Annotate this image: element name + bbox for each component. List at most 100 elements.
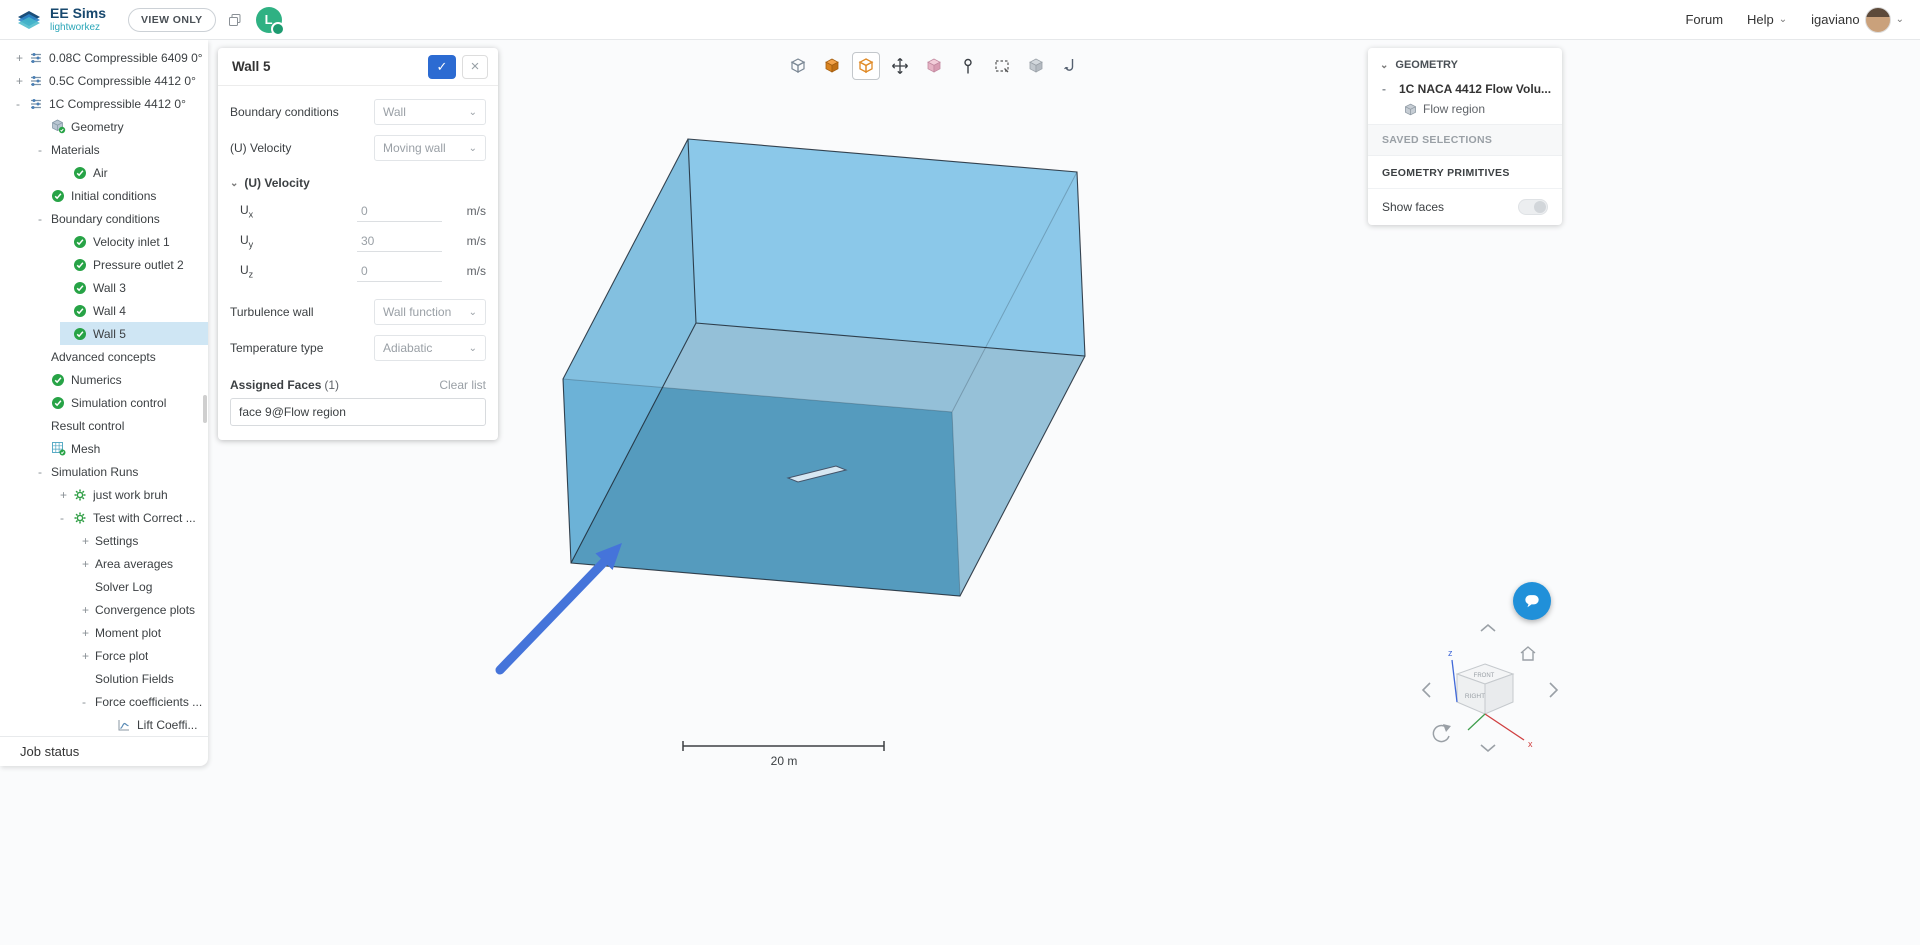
solid-view-button[interactable] <box>818 52 846 80</box>
tree-item-solution-fields[interactable]: Solution Fields <box>0 667 208 690</box>
tree-item-force-coefficients[interactable]: - Force coefficients ... <box>0 690 208 713</box>
tree-item-0-5c-compressible-4412-0[interactable]: +0.5C Compressible 4412 0° <box>0 69 208 92</box>
rotate-down-chevron[interactable] <box>1480 744 1496 753</box>
expand-icon[interactable]: + <box>82 649 95 663</box>
expand-icon[interactable]: + <box>82 626 95 640</box>
probe-point-button[interactable] <box>954 52 982 80</box>
tree-item-0-08c-compressible-6409-0[interactable]: +0.08C Compressible 6409 0° <box>0 46 208 69</box>
collapse-icon[interactable]: - <box>16 97 29 111</box>
tree-item-area-averages[interactable]: + Area averages <box>0 552 208 575</box>
view-cube[interactable]: FRONT RIGHT <box>1455 663 1515 715</box>
assigned-face-entry[interactable]: face 9@Flow region <box>230 398 486 426</box>
tree-item-wall-4[interactable]: Wall 4 <box>0 299 208 322</box>
flow-region-box[interactable] <box>562 138 1086 597</box>
tree-item-label: Boundary conditions <box>51 211 160 226</box>
tree-item-label: Geometry <box>71 119 124 134</box>
geometry-tree-item[interactable]: - 1C NACA 4412 Flow Volu... <box>1368 80 1562 98</box>
copy-icon[interactable] <box>228 13 242 27</box>
view-toolbar <box>784 52 1084 80</box>
tree-item-just-work-bruh[interactable]: + just work bruh <box>0 483 208 506</box>
chat-button[interactable] <box>1513 582 1551 620</box>
forum-link[interactable]: Forum <box>1685 12 1723 27</box>
home-view-icon[interactable] <box>1520 646 1536 661</box>
tree-item-wall-3[interactable]: Wall 3 <box>0 276 208 299</box>
tree-item-air[interactable]: Air <box>0 161 208 184</box>
velocity-section-title: (U) Velocity <box>244 176 310 190</box>
tree-item-geometry[interactable]: Geometry <box>0 115 208 138</box>
tree-scrollbar[interactable] <box>203 395 207 423</box>
collapse-icon[interactable]: - <box>82 695 95 709</box>
cube-solid-orange-icon <box>823 57 841 75</box>
velocity-y-input[interactable] <box>357 230 442 252</box>
tree-item-simulation-control[interactable]: Simulation control <box>0 391 208 414</box>
expand-icon[interactable]: + <box>82 557 95 571</box>
velocity-z-input[interactable] <box>357 260 442 282</box>
tree-item-initial-conditions[interactable]: Initial conditions <box>0 184 208 207</box>
tree-item-simulation-runs[interactable]: - Simulation Runs <box>0 460 208 483</box>
close-button[interactable]: × <box>462 54 488 79</box>
unit-label: m/s <box>466 264 486 278</box>
hidden-geometry-button[interactable] <box>1022 52 1050 80</box>
perspective-cube-button[interactable] <box>784 52 812 80</box>
tree-item-boundary-conditions[interactable]: - Boundary conditions <box>0 207 208 230</box>
tree-item-solver-log[interactable]: Solver Log <box>0 575 208 598</box>
measure-hook-button[interactable] <box>1056 52 1084 80</box>
move-entity-button[interactable] <box>886 52 914 80</box>
rotate-left-chevron[interactable] <box>1421 682 1431 698</box>
u-velocity-select[interactable]: Moving wall ⌄ <box>374 135 486 161</box>
user-menu[interactable]: igaviano ⌄ <box>1811 6 1904 33</box>
tree-item-materials[interactable]: - Materials <box>0 138 208 161</box>
show-faces-toggle[interactable] <box>1518 199 1548 215</box>
box-select-button[interactable] <box>988 52 1016 80</box>
box-top-face[interactable] <box>688 139 1085 356</box>
velocity-base: U <box>240 232 249 247</box>
tree-item-label: Area averages <box>95 556 174 571</box>
velocity-section-header[interactable]: ⌄ (U) Velocity <box>218 166 498 196</box>
collapse-icon[interactable]: - <box>38 212 51 226</box>
tree-item-pressure-outlet-2[interactable]: Pressure outlet 2 <box>0 253 208 276</box>
geometry-section-header[interactable]: ⌄ GEOMETRY <box>1368 48 1562 80</box>
expand-icon[interactable]: + <box>60 488 73 502</box>
tree-item-mesh[interactable]: Mesh <box>0 437 208 460</box>
temperature-type-select[interactable]: Adiabatic ⌄ <box>374 335 486 361</box>
collapse-icon[interactable]: - <box>38 143 51 157</box>
tree-item-numerics[interactable]: Numerics <box>0 368 208 391</box>
tree-item-test-with-correct[interactable]: - Test with Correct ... <box>0 506 208 529</box>
tree-item-1c-compressible-4412-0[interactable]: - 1C Compressible 4412 0° <box>0 92 208 115</box>
tree-item-settings[interactable]: + Settings <box>0 529 208 552</box>
tree-item-moment-plot[interactable]: + Moment plot <box>0 621 208 644</box>
tree-item-velocity-inlet-1[interactable]: Velocity inlet 1 <box>0 230 208 253</box>
tree-item-convergence-plots[interactable]: + Convergence plots <box>0 598 208 621</box>
rotate-right-chevron[interactable] <box>1549 682 1559 698</box>
velocity-row-z: Uz m/s <box>218 256 498 286</box>
tree-item-force-plot[interactable]: + Force plot <box>0 644 208 667</box>
velocity-x-input[interactable] <box>357 200 442 222</box>
collapse-icon[interactable]: - <box>60 511 73 525</box>
expand-icon[interactable]: + <box>16 74 29 88</box>
owner-avatar[interactable]: L <box>255 6 285 36</box>
transparent-view-button[interactable] <box>852 52 880 80</box>
rotate-view-icon[interactable] <box>1432 724 1451 743</box>
job-status-bar[interactable]: Job status <box>0 736 208 766</box>
velocity-base: U <box>240 262 249 277</box>
help-menu[interactable]: Help ⌄ <box>1747 12 1787 27</box>
highlight-view-button[interactable] <box>920 52 948 80</box>
collapse-icon[interactable]: - <box>38 465 51 479</box>
accept-button[interactable]: ✓ <box>428 54 456 79</box>
rotate-up-chevron[interactable] <box>1480 623 1496 632</box>
tree-item-lift-coeffi[interactable]: Lift Coeffi... <box>0 713 208 736</box>
navigation-cube[interactable]: FRONT RIGHT z x <box>1420 618 1560 758</box>
expand-icon[interactable]: + <box>82 534 95 548</box>
turbulence-wall-select[interactable]: Wall function ⌄ <box>374 299 486 325</box>
view-only-badge: VIEW ONLY <box>128 7 216 32</box>
tree-item-advanced-concepts[interactable]: Advanced concepts <box>0 345 208 368</box>
expand-icon[interactable]: + <box>82 603 95 617</box>
boundary-conditions-select[interactable]: Wall ⌄ <box>374 99 486 125</box>
collapse-icon[interactable]: - <box>1382 82 1395 96</box>
tree-item-wall-5[interactable]: Wall 5 <box>0 322 208 345</box>
expand-icon[interactable]: + <box>16 51 29 65</box>
tree-item-result-control[interactable]: Result control <box>0 414 208 437</box>
flow-region-item[interactable]: Flow region <box>1368 98 1562 124</box>
clear-list-button[interactable]: Clear list <box>439 378 486 392</box>
cube-gray-icon <box>1027 57 1045 75</box>
